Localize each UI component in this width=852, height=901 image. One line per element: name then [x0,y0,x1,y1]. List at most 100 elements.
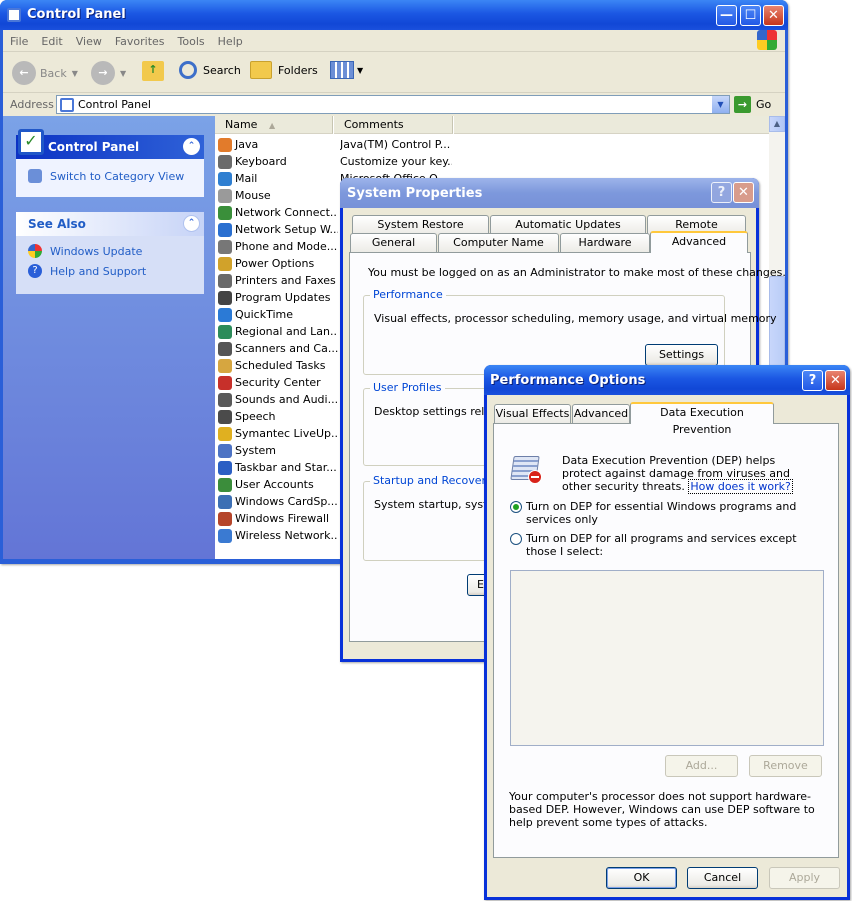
windows-update-link[interactable]: Windows Update [16,236,204,262]
switch-to-category-view-link[interactable]: Switch to Category View [16,159,204,187]
forward-dropdown-icon: ▼ [120,68,127,78]
menu-help[interactable]: Help [218,35,243,48]
list-item[interactable]: Scheduled Tasks [218,357,338,374]
menu-edit[interactable]: Edit [41,35,62,48]
tab-computer-name[interactable]: Computer Name [438,233,559,252]
address-dropdown-icon[interactable]: ▼ [712,96,729,113]
sp-close-button[interactable]: ✕ [733,182,754,203]
folders-label: Folders [278,63,318,77]
menu-bar: File Edit View Favorites Tools Help [3,30,785,52]
views-dropdown-icon: ▼ [357,65,364,75]
back-button[interactable]: ← Back ▼ [12,61,78,85]
list-item[interactable]: System [218,442,338,459]
po-help-button[interactable]: ? [802,370,823,391]
dep-hardware-note: Your computer's processor does not suppo… [509,790,815,829]
menu-tools[interactable]: Tools [178,35,205,48]
control-panel-task-header: ✓ Control Panel ⌃ [16,129,204,159]
list-item-label: Security Center [235,376,321,389]
dep-essential-radio[interactable] [510,501,522,513]
tab-system-restore[interactable]: System Restore [352,215,489,234]
list-item[interactable]: QuickTime [218,306,338,323]
list-item[interactable]: Symantec LiveUp... [218,425,338,442]
list-item-label: Network Connect... [235,206,338,219]
tab-visual-effects[interactable]: Visual Effects [494,404,571,423]
list-item[interactable]: Keyboard [218,153,338,170]
performance-description: Visual effects, processor scheduling, me… [374,312,777,325]
help-and-support-link[interactable]: ? Help and Support [16,262,204,282]
remove-button[interactable]: Remove [749,755,822,777]
name-column-header[interactable]: Name ▲ [215,116,333,134]
address-input[interactable]: Control Panel ▼ [56,95,730,114]
dep-option-all[interactable]: Turn on DEP for all programs and service… [510,532,810,558]
help-and-support-label: Help and Support [50,264,147,278]
list-item[interactable]: Regional and Lan... [218,323,338,340]
speech-icon [218,409,232,424]
menu-file[interactable]: File [10,35,28,48]
tab-data-execution-prevention[interactable]: Data Execution Prevention [630,402,774,436]
list-item[interactable]: Mail [218,170,338,187]
list-item[interactable]: Mouse [218,187,338,204]
add-button[interactable]: Add... [665,755,738,777]
views-button[interactable]: ▼ [330,61,363,79]
list-item[interactable]: Scanners and Ca... [218,340,338,357]
tab-general[interactable]: General [350,233,437,252]
list-item[interactable]: Taskbar and Star... [218,459,338,476]
minimize-button[interactable]: — [716,5,737,26]
go-button[interactable]: → Go [734,96,771,113]
tab-automatic-updates[interactable]: Automatic Updates [490,215,646,234]
list-item[interactable]: Network Setup W... [218,221,338,238]
user-accounts-icon [218,477,232,492]
dep-all-radio[interactable] [510,533,522,545]
see-also-collapse-icon[interactable]: ⌃ [183,215,200,232]
list-item[interactable]: Program Updates [218,289,338,306]
list-item[interactable]: Printers and Faxes [218,272,338,289]
performance-options-window: Performance Options ? ✕ Visual Effects A… [484,365,850,900]
how-does-it-work-link[interactable]: How does it work? [688,479,793,494]
dep-option-essential[interactable]: Turn on DEP for essential Windows progra… [510,500,810,526]
forward-button[interactable]: → ▼ [91,61,126,85]
control-panel-titlebar[interactable]: Control Panel — ☐ ✕ [0,0,788,30]
list-item[interactable]: User Accounts [218,476,338,493]
list-item[interactable]: Java [218,136,338,153]
menu-favorites[interactable]: Favorites [115,35,165,48]
po-close-button[interactable]: ✕ [825,370,846,391]
go-label: Go [756,98,772,111]
list-item[interactable]: Speech [218,408,338,425]
performance-options-body: Visual Effects Advanced Data Execution P… [487,395,847,897]
list-item[interactable]: Phone and Mode... [218,238,338,255]
list-item[interactable]: Windows Firewall [218,510,338,527]
search-button[interactable]: Search [179,61,241,79]
list-item-comment: Customize your key... [340,155,452,168]
dep-exception-list[interactable] [510,570,824,746]
scheduled-tasks-icon [218,358,232,373]
list-item[interactable]: Network Connect... [218,204,338,221]
sp-help-button[interactable]: ? [711,182,732,203]
performance-options-title: Performance Options [490,373,646,388]
folders-button[interactable]: Folders [250,61,318,79]
list-item[interactable]: Security Center [218,374,338,391]
scroll-up-icon[interactable]: ▲ [769,116,785,132]
list-item[interactable]: Wireless Network... [218,527,338,544]
back-label: Back [40,66,67,80]
up-folder-button[interactable]: ↑ [142,61,164,81]
menu-view[interactable]: View [76,35,102,48]
list-item[interactable]: Sounds and Audi... [218,391,338,408]
close-button[interactable]: ✕ [763,5,784,26]
go-arrow-icon: → [734,96,751,113]
windows-update-icon [28,244,42,258]
tab-advanced[interactable]: Advanced [650,231,748,253]
maximize-button[interactable]: ☐ [740,5,761,26]
collapse-icon[interactable]: ⌃ [183,138,200,155]
apply-button[interactable]: Apply [769,867,840,889]
list-item[interactable]: Power Options [218,255,338,272]
comments-column-header[interactable]: Comments [334,116,453,134]
cancel-button[interactable]: Cancel [687,867,758,889]
list-item[interactable]: Windows CardSp... [218,493,338,510]
system-properties-titlebar[interactable]: System Properties ? ✕ [340,178,759,208]
tab-hardware[interactable]: Hardware [560,233,650,252]
ok-button[interactable]: OK [606,867,677,889]
performance-options-titlebar[interactable]: Performance Options ? ✕ [484,365,850,395]
performance-settings-button[interactable]: Settings [645,344,718,366]
scanners-and-ca-icon [218,341,232,356]
tab-po-advanced[interactable]: Advanced [572,404,630,423]
